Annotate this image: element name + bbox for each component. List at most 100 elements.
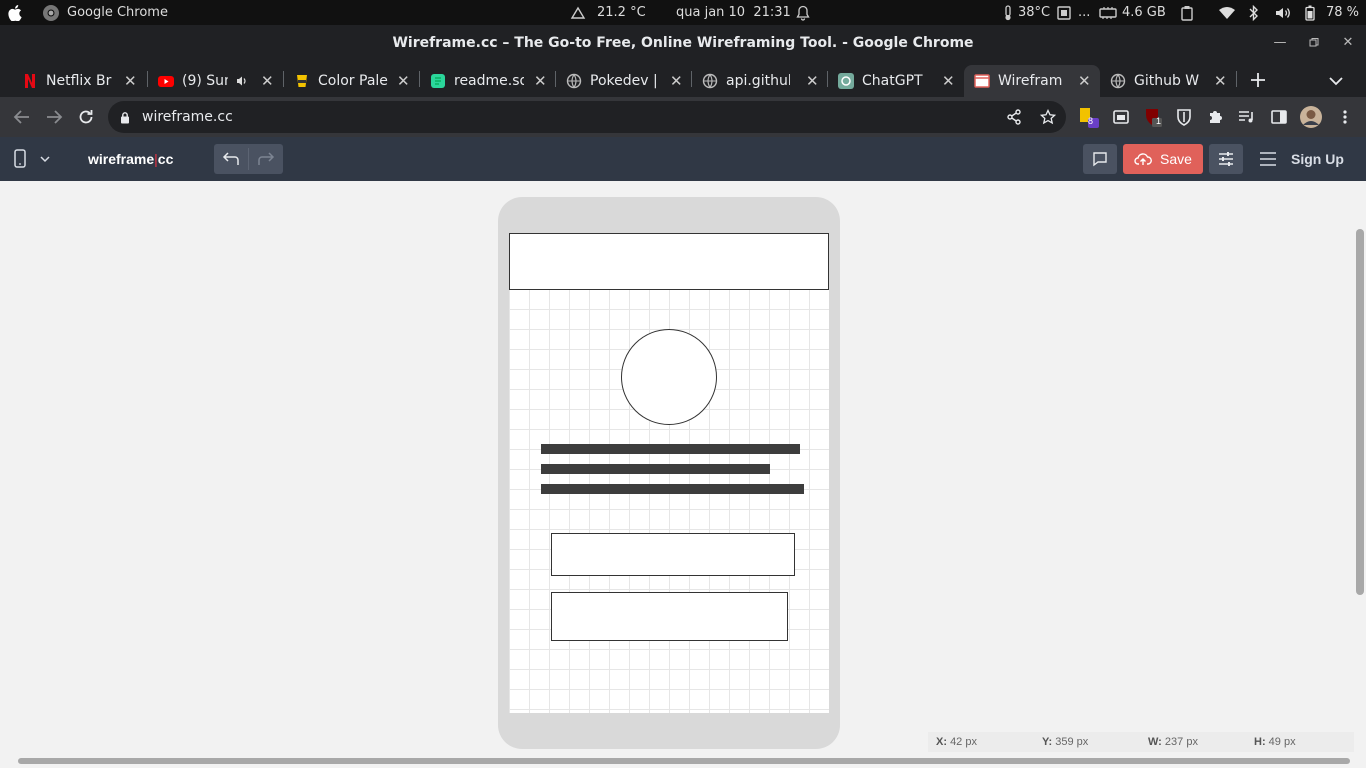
wireframe-text-line[interactable] [541, 464, 770, 474]
horizontal-scroll-thumb[interactable] [18, 758, 1350, 764]
app-logo[interactable]: wireframe|cc [88, 137, 173, 181]
device-selector[interactable] [12, 149, 56, 173]
chevron-down-icon [1329, 77, 1343, 86]
tab-close-icon[interactable]: ✕ [1078, 65, 1091, 97]
tab-strip: Netflix Br ✕ (9) Sun ✕ Color Pale ✕ read… [0, 62, 1366, 97]
tab-close-icon[interactable]: ✕ [942, 65, 955, 97]
tab-youtube[interactable]: (9) Sun ✕ [148, 65, 284, 97]
tab-close-icon[interactable]: ✕ [806, 65, 819, 97]
globe-icon [702, 73, 718, 89]
memory-widget[interactable]: 4.6 GB [1099, 0, 1166, 25]
back-button[interactable] [10, 105, 34, 129]
bluetooth-icon[interactable] [1249, 0, 1259, 25]
comments-button[interactable] [1083, 144, 1117, 174]
readout-h-value: 49 px [1268, 736, 1296, 748]
bell-icon [796, 5, 810, 21]
redo-button[interactable] [249, 144, 283, 174]
window-title-bar[interactable]: Wireframe.cc – The Go-to Free, Online Wi… [0, 25, 1366, 62]
wireframe-input-box[interactable] [551, 533, 795, 576]
history-controls [214, 144, 283, 174]
puzzle-icon [1210, 111, 1222, 123]
profile-avatar[interactable] [1299, 105, 1323, 129]
tab-color-palette[interactable]: Color Pale ✕ [284, 65, 420, 97]
media-button[interactable] [1235, 105, 1259, 129]
tab-close-icon[interactable]: ✕ [124, 65, 137, 97]
address-bar[interactable]: wireframe.cc [108, 101, 1066, 133]
disk-widget[interactable]: ... [1057, 0, 1090, 25]
tab-api-github[interactable]: api.github ✕ [692, 65, 828, 97]
temp-widget[interactable]: 38°C [1003, 0, 1050, 25]
maximize-button[interactable] [1304, 33, 1324, 53]
wireframe-button-box[interactable] [551, 592, 788, 641]
audio-playing-icon[interactable] [236, 75, 248, 87]
close-window-button[interactable]: ✕ [1338, 33, 1358, 53]
tab-github-w[interactable]: Github W ✕ [1100, 65, 1236, 97]
os-active-app[interactable]: Google Chrome [42, 0, 168, 25]
horizontal-scrollbar[interactable] [0, 754, 1366, 768]
wireframe-screen[interactable] [509, 233, 829, 713]
readout-h: H: 49 px [1254, 733, 1296, 751]
tab-close-icon[interactable]: ✕ [670, 65, 683, 97]
tab-label: api.github [726, 73, 790, 89]
wireframe-image-circle[interactable] [621, 329, 717, 425]
tab-wireframe[interactable]: Wirefram ✕ [964, 65, 1100, 97]
tab-pokedev[interactable]: Pokedev | ✕ [556, 65, 692, 97]
sign-up-link[interactable]: Sign Up [1291, 137, 1344, 181]
tab-close-icon[interactable]: ✕ [1214, 65, 1227, 97]
clipboard-icon[interactable] [1180, 0, 1194, 25]
wifi-icon[interactable] [1218, 0, 1236, 25]
settings-button[interactable] [1209, 144, 1243, 174]
undo-button[interactable] [214, 144, 248, 174]
tab-separator [283, 71, 284, 87]
extensions-button[interactable] [1204, 105, 1228, 129]
side-panel-button[interactable] [1267, 105, 1291, 129]
tab-close-icon[interactable]: ✕ [261, 65, 274, 97]
url-text: wireframe.cc [142, 109, 233, 125]
volume-icon[interactable] [1275, 0, 1291, 25]
wireframe-text-line[interactable] [541, 444, 800, 454]
redo-icon [258, 152, 275, 165]
mobile-frame [498, 197, 840, 749]
comment-icon [1093, 152, 1107, 167]
memory-text: 4.6 GB [1122, 5, 1166, 20]
minimize-button[interactable]: — [1270, 33, 1290, 53]
chrome-menu-button[interactable] [1333, 105, 1357, 129]
ublock-button[interactable]: 1 [1141, 105, 1165, 129]
tab-label: Netflix Br [46, 73, 112, 89]
lock-icon [121, 112, 129, 124]
avatar-icon [1300, 106, 1322, 128]
extension-window-button[interactable] [1109, 105, 1133, 129]
weather-widget[interactable]: 21.2 °C [570, 0, 646, 25]
app-menu-button[interactable] [1259, 151, 1277, 171]
tab-chatgpt[interactable]: ChatGPT ✕ [828, 65, 964, 97]
readout-x-label: X: [936, 736, 947, 748]
tab-search-button[interactable] [1328, 73, 1344, 92]
share-icon[interactable] [1006, 109, 1022, 125]
vertical-scroll-thumb[interactable] [1356, 229, 1364, 595]
tab-close-icon[interactable]: ✕ [397, 65, 410, 97]
wireframe-text-line[interactable] [541, 484, 804, 494]
bitwarden-button[interactable] [1172, 105, 1196, 129]
tab-label: ChatGPT [862, 73, 923, 89]
save-button[interactable]: Save [1123, 144, 1203, 174]
battery-widget[interactable]: 78 % [1305, 0, 1359, 25]
tab-readme[interactable]: readme.so ✕ [420, 65, 556, 97]
tab-close-icon[interactable]: ✕ [534, 65, 547, 97]
apple-icon[interactable] [8, 0, 22, 25]
tab-netflix[interactable]: Netflix Br ✕ [12, 65, 148, 97]
extension-notes-button[interactable]: 8 [1077, 105, 1101, 129]
window-title: Wireframe.cc – The Go-to Free, Online Wi… [392, 35, 974, 51]
new-tab-button[interactable] [1249, 71, 1267, 93]
window-icon [1113, 110, 1129, 124]
hamburger-icon [1260, 152, 1276, 166]
os-clock[interactable]: qua jan 10 21:31 [676, 0, 810, 25]
extension-badge: 8 [1088, 116, 1094, 126]
reload-button[interactable] [74, 105, 98, 129]
star-icon[interactable] [1040, 109, 1056, 125]
wireframe-header-box[interactable] [509, 233, 829, 290]
forward-button[interactable] [42, 105, 66, 129]
vertical-scrollbar[interactable] [1354, 181, 1366, 754]
logo-text-right: cc [157, 151, 174, 167]
undo-icon [222, 152, 239, 165]
chatgpt-icon [838, 73, 854, 89]
